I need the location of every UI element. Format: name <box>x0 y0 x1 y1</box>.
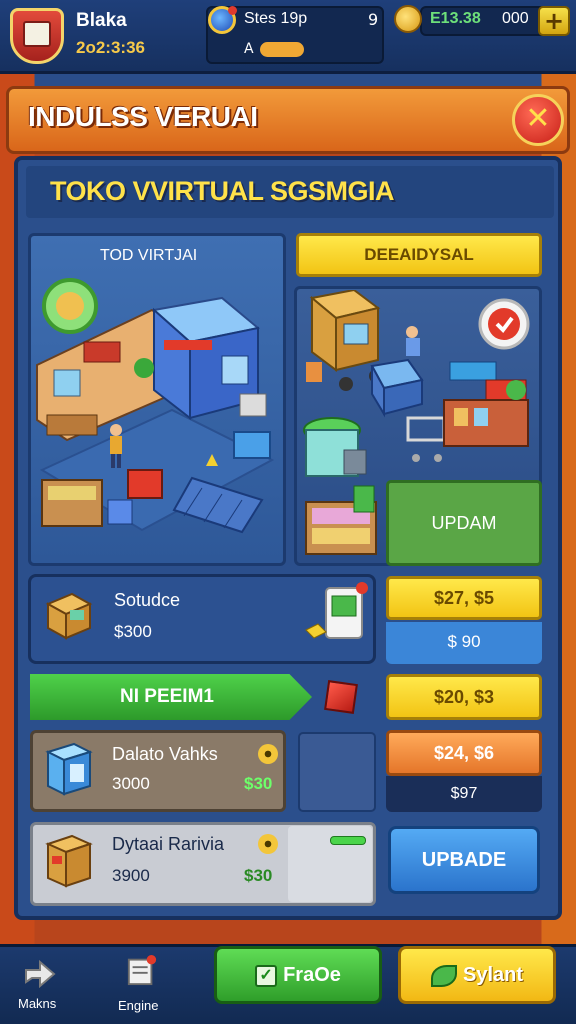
yellow-footer-label: Sylant <box>462 964 524 986</box>
item-3-price: 3000 <box>112 774 150 793</box>
item-4-price: 3900 <box>112 866 150 885</box>
notes-icon[interactable] <box>124 954 160 986</box>
item-3-bonus: $30 <box>244 774 273 793</box>
nav-mid-label[interactable]: Engine <box>118 998 158 1013</box>
fridge-icon <box>45 742 93 796</box>
player-name: Blaka <box>76 10 127 31</box>
item-3-subprice[interactable]: $97 <box>386 776 542 812</box>
yellow-footer-button[interactable]: Sylant <box>398 946 556 1004</box>
item-4-name: Dytaai Rarivia <box>112 834 225 854</box>
currency-secondary: 000 <box>502 10 529 27</box>
item-1-price-tag[interactable]: $27, $5 <box>386 576 542 620</box>
add-currency-button[interactable]: + <box>538 6 570 36</box>
green-footer-label: FraOe <box>283 964 341 986</box>
stat-sub-pill <box>260 42 304 57</box>
stat-sub-line: A <box>240 38 380 60</box>
crate-icon <box>45 834 93 888</box>
item-3-slot <box>298 732 376 812</box>
player-badge-icon[interactable] <box>10 8 64 64</box>
item-2-price-tag[interactable]: $20, $3 <box>386 674 542 720</box>
share-arrow-icon[interactable] <box>22 956 58 988</box>
player-code: 2o2:3:36 <box>76 38 145 57</box>
currency-amount: E13.38 <box>430 10 481 27</box>
close-button[interactable]: ✕ <box>512 94 564 146</box>
stat-name: Stes 19p <box>244 10 308 27</box>
item-3-name: Dalato Vahks <box>112 744 218 764</box>
right-header[interactable]: DEEAIDYSAL <box>296 233 542 277</box>
machine-icon <box>305 582 368 639</box>
globe-icon[interactable] <box>208 6 237 34</box>
green-footer-button[interactable]: ✓ FraOe <box>214 946 382 1004</box>
stat-value: 9 <box>368 10 379 29</box>
left-scene-label: TOD VIRTJAI <box>100 247 198 264</box>
nav-left-label[interactable]: Makns <box>18 996 56 1011</box>
item-1-name: Sotudce <box>114 590 181 610</box>
gear-icon[interactable] <box>258 834 278 854</box>
green-action-tile[interactable]: UPDAM <box>386 480 542 566</box>
progress-mini-bar <box>330 836 366 845</box>
item-4-bonus: $30 <box>244 866 273 885</box>
stat-sub-label: A <box>244 41 254 57</box>
banner-title: INDULSS VERUAI <box>28 101 258 132</box>
coin-icon <box>394 5 422 33</box>
new-item-bar[interactable]: NI PEEIM1 <box>30 674 312 720</box>
gear-icon[interactable] <box>258 744 278 764</box>
badge-emblem-icon <box>23 21 51 47</box>
item-3-price-tag[interactable]: $24, $6 <box>386 730 542 776</box>
item-1-subprice[interactable]: $ 90 <box>386 622 542 664</box>
cash-register-icon <box>45 592 93 640</box>
item-1-price: $300 <box>114 622 152 641</box>
upgrade-button[interactable]: UPBADE <box>388 826 540 894</box>
store-title: TOKO VVIRTUAL SGSMGIA <box>50 176 395 206</box>
red-cube-icon <box>324 680 358 714</box>
checkmark-icon: ✓ <box>255 964 278 987</box>
store-scene-illustration <box>36 278 275 534</box>
leaf-icon <box>430 964 457 987</box>
